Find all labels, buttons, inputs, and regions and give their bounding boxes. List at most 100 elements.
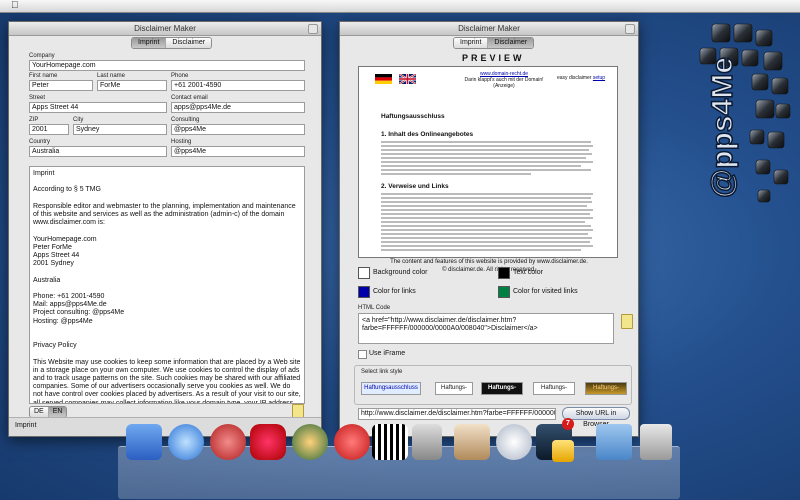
calculator-icon[interactable]	[454, 424, 490, 460]
safari-icon[interactable]	[168, 424, 204, 460]
preview-section-2: 2. Verweise und Links	[381, 183, 449, 190]
link-style-option-3[interactable]: Haftungs-	[481, 382, 523, 395]
pps4me-logo: @pps4Me	[654, 20, 794, 210]
usb-icon[interactable]	[412, 424, 442, 460]
text-color-swatch[interactable]	[498, 267, 510, 279]
text-line	[381, 241, 590, 243]
link-style-option-1[interactable]: Haftungsausschluss	[361, 382, 421, 395]
zip-label: ZIP	[29, 117, 39, 123]
text-line	[381, 157, 586, 159]
link-color-label: Color for links	[373, 288, 416, 295]
text-line	[381, 153, 592, 155]
text-line	[381, 217, 593, 219]
tab-imprint[interactable]: Imprint	[132, 38, 167, 48]
disclaimer-window: Disclaimer Maker Imprint Disclaimer PREV…	[339, 21, 639, 437]
first-name-field[interactable]: Peter	[29, 80, 93, 91]
contact-email-label: Contact email	[171, 95, 208, 101]
text-line	[381, 141, 591, 143]
menu-bar: 	[0, 0, 800, 13]
visited-link-color-swatch[interactable]	[498, 286, 510, 298]
preview-footer-line1: The content and features of this website…	[390, 259, 588, 265]
window-titlebar[interactable]: Disclaimer Maker	[9, 22, 321, 36]
link-color-swatch[interactable]	[358, 286, 370, 298]
preview-page: www.domain-recht.de Darin klappt's auch …	[358, 66, 618, 258]
consulting-label: Consulting	[171, 117, 200, 123]
text-line	[381, 249, 581, 251]
copy-html-icon[interactable]	[621, 314, 633, 329]
trash-icon[interactable]	[640, 424, 672, 460]
apple-menu-icon[interactable]: 	[11, 0, 19, 12]
company-label: Company	[29, 53, 55, 59]
text-line	[381, 237, 592, 239]
text-line	[381, 201, 592, 203]
brand-label: easy disclaimer	[557, 75, 592, 81]
logo-text: @pps4Me	[706, 57, 739, 198]
logo-tiles-graphic: @pps4Me	[699, 23, 791, 203]
car-icon[interactable]	[250, 424, 286, 460]
setup-link[interactable]: setup	[593, 75, 605, 81]
finder-icon[interactable]	[126, 424, 162, 460]
uk-flag-icon[interactable]	[399, 74, 416, 84]
background-color-swatch[interactable]	[358, 267, 370, 279]
hosting-label: Hosting	[171, 139, 192, 145]
qr-lite-icon[interactable]	[372, 424, 408, 460]
text-line	[381, 145, 593, 147]
german-flag-icon[interactable]	[375, 74, 392, 84]
contact-email-field[interactable]: apps@pps4Me.de	[171, 102, 305, 113]
city-field[interactable]: Sydney	[73, 124, 167, 135]
text-line	[381, 229, 593, 231]
text-line	[381, 161, 593, 163]
window-titlebar[interactable]: Disclaimer Maker	[340, 22, 638, 36]
tab-imprint[interactable]: Imprint	[454, 38, 489, 48]
tab-control: Imprint Disclaimer	[453, 37, 535, 49]
tab-disclaimer[interactable]: Disclaimer	[166, 38, 212, 48]
text-line	[381, 221, 585, 223]
text-line	[381, 205, 587, 207]
zoom-button[interactable]	[308, 24, 318, 34]
globe-icon[interactable]	[292, 424, 328, 460]
zip-field[interactable]: 2001	[29, 124, 69, 135]
preview-heading-haftung: Haftungsausschluss	[381, 113, 445, 120]
last-name-field[interactable]: ForMe	[97, 80, 167, 91]
text-color-label: Text color	[513, 269, 543, 276]
preview-section-1: 1. Inhalt des Onlineangebotes	[381, 131, 474, 138]
street-field[interactable]: Apps Street 44	[29, 102, 167, 113]
text-line	[381, 197, 591, 199]
star-icon[interactable]	[552, 440, 574, 462]
link-style-label: Select link style	[361, 369, 403, 375]
language-de[interactable]: DE	[30, 407, 49, 417]
country-field[interactable]: Australia	[29, 146, 167, 157]
text-line	[381, 165, 581, 167]
handshake-icon[interactable]	[496, 424, 532, 460]
phone-field[interactable]: +61 2001-4590	[171, 80, 305, 91]
use-iframe-checkbox[interactable]	[358, 350, 367, 359]
text-line	[381, 213, 590, 215]
background-color-label: Background color	[373, 269, 428, 276]
tab-disclaimer[interactable]: Disclaimer	[488, 38, 534, 48]
language-en[interactable]: EN	[48, 407, 67, 417]
link-style-option-2[interactable]: Haftungs-	[435, 382, 473, 395]
link-style-option-5[interactable]: Haftungs-	[585, 382, 627, 395]
company-field[interactable]: YourHomepage.com	[29, 60, 305, 71]
tab-control: Imprint Disclaimer	[131, 37, 213, 49]
consulting-field[interactable]: @pps4Me	[171, 124, 305, 135]
text-line	[381, 245, 593, 247]
text-line	[381, 209, 593, 211]
html-code-field[interactable]: <a href="http://www.disclaimer.de/discla…	[358, 313, 614, 344]
appstore-icon[interactable]	[334, 424, 370, 460]
applications-folder-icon[interactable]	[596, 424, 632, 460]
garantie-icon[interactable]	[210, 424, 246, 460]
sponsor-note: (Anzeige)	[493, 83, 515, 89]
visited-link-color-label: Color for visited links	[513, 288, 578, 295]
show-url-button[interactable]: Show URL in Browser	[562, 407, 630, 428]
street-label: Street	[29, 95, 46, 101]
dock-badge: 7	[562, 418, 574, 430]
hosting-field[interactable]: @pps4Me	[171, 146, 305, 157]
last-name-label: Last name	[97, 73, 126, 79]
url-field[interactable]: http://www.disclaimer.de/disclaimer.htm?…	[358, 408, 556, 420]
city-label: City	[73, 117, 84, 123]
imprint-text-area[interactable]: Imprint According to § 5 TMG Responsible…	[29, 166, 305, 404]
link-style-option-4[interactable]: Haftungs-	[533, 382, 575, 395]
zoom-button[interactable]	[625, 24, 635, 34]
preview-heading: PREVIEW	[462, 53, 525, 63]
